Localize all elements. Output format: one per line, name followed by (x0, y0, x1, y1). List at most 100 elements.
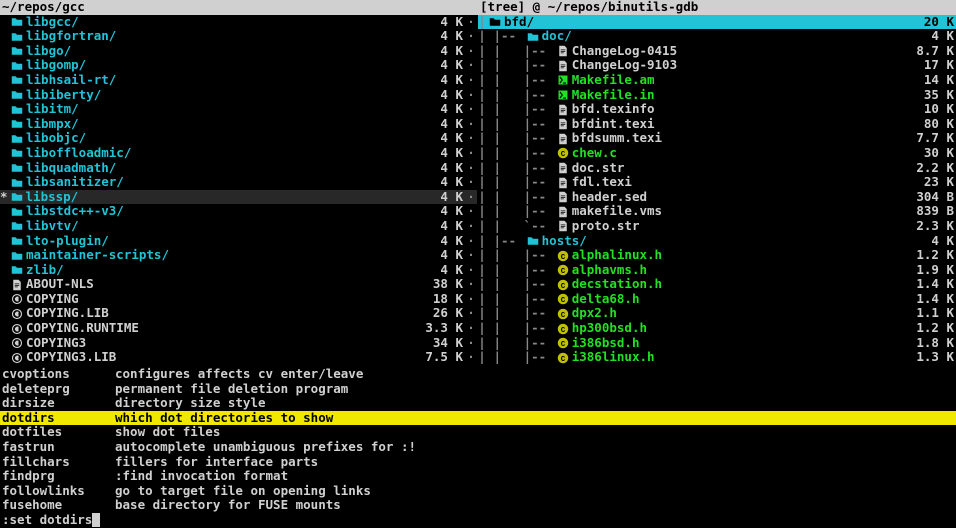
list-item[interactable]: libgcc/4 K· (0, 15, 477, 30)
completion-item[interactable]: cvoptionsconfigures affects cv enter/lea… (0, 367, 956, 382)
list-item[interactable]: libitm/4 K· (0, 102, 477, 117)
list-item[interactable]: | | |-- Makefile.am14 K (478, 73, 956, 88)
list-item[interactable]: | | |-- bfdint.texi80 K (478, 117, 956, 132)
folder-icon (8, 190, 26, 205)
item-name: bfd.texinfo (572, 102, 924, 117)
folder-icon (8, 44, 26, 59)
completion-item[interactable]: followlinksgo to target file on opening … (0, 484, 956, 499)
tree-branch: | |-- (486, 306, 554, 321)
dot: · (465, 204, 477, 219)
list-item[interactable]: | | |-- decstation.h1.4 K (478, 277, 956, 292)
list-item[interactable]: libsanitizer/4 K· (0, 175, 477, 190)
list-item[interactable]: | | |-- hp300bsd.h1.2 K (478, 321, 956, 336)
list-item[interactable]: COPYING.LIB26 K· (0, 306, 477, 321)
list-item[interactable]: lto-plugin/4 K· (0, 234, 477, 249)
pane-divider: | (478, 204, 486, 219)
doc-icon (554, 58, 572, 73)
folder-icon (8, 131, 26, 146)
completion-item[interactable]: deleteprgpermanent file deletion program (0, 382, 956, 397)
list-item[interactable]: libgo/4 K· (0, 44, 477, 59)
list-item[interactable]: COPYING.RUNTIME3.3 K· (0, 321, 477, 336)
list-item[interactable]: maintainer-scripts/4 K· (0, 248, 477, 263)
list-item[interactable]: libquadmath/4 K· (0, 161, 477, 176)
tree-branch: |-- (486, 29, 524, 44)
list-item[interactable]: *libssp/4 K· (0, 190, 477, 205)
list-item[interactable]: | | |-- ChangeLog-910317 K (478, 58, 956, 73)
item-name: COPYING.LIB (26, 306, 433, 321)
folder-icon (8, 234, 26, 249)
list-item[interactable]: libstdc++-v3/4 K· (0, 204, 477, 219)
completion-item[interactable]: dotdirswhich dot directories to show (0, 411, 956, 426)
list-item[interactable]: | | |-- chew.c30 K (478, 146, 956, 161)
item-size: 1.9 K (916, 263, 956, 278)
list-item[interactable]: | | |-- fdl.texi23 K (478, 175, 956, 190)
completion-item[interactable]: fusehomebase directory for FUSE mounts (0, 498, 956, 513)
pane-divider: | (478, 29, 486, 44)
dot: · (465, 29, 477, 44)
item-size: 4 K (440, 219, 465, 234)
list-item[interactable]: | | |-- i386bsd.h1.8 K (478, 336, 956, 351)
option-desc: permanent file deletion program (115, 382, 956, 397)
list-item[interactable]: | | |-- makefile.vms839 B (478, 204, 956, 219)
item-name: COPYING3 (26, 336, 433, 351)
list-item[interactable]: COPYING3.LIB7.5 K· (0, 350, 477, 365)
doc-icon (554, 161, 572, 176)
item-size: 3.3 K (425, 321, 465, 336)
list-item[interactable]: | | `-- proto.str2.3 K (478, 219, 956, 234)
list-item[interactable]: libgomp/4 K· (0, 58, 477, 73)
list-item[interactable]: | | |-- bfdsumm.texi7.7 K (478, 131, 956, 146)
list-item[interactable]: libvtv/4 K· (0, 219, 477, 234)
list-item[interactable]: libgfortran/4 K· (0, 29, 477, 44)
list-item[interactable]: | | |-- i386linux.h1.3 K (478, 350, 956, 365)
list-item[interactable]: | | |-- dpx2.h1.1 K (478, 306, 956, 321)
list-item[interactable]: | | |-- delta68.h1.4 K (478, 292, 956, 307)
item-size: 1.1 K (916, 306, 956, 321)
list-item[interactable]: | | |-- header.sed304 B (478, 190, 956, 205)
list-item[interactable]: libobjc/4 K· (0, 131, 477, 146)
pane-divider: | (478, 175, 486, 190)
list-item[interactable]: COPYING18 K· (0, 292, 477, 307)
list-item[interactable]: | |-- doc/4 K (478, 29, 956, 44)
list-item[interactable]: libiberty/4 K· (0, 88, 477, 103)
list-item[interactable]: | | |-- doc.str2.2 K (478, 161, 956, 176)
item-size: 14 K (924, 73, 956, 88)
right-pane[interactable]: |bfd/20 K| |-- doc/4 K| | |-- ChangeLog-… (478, 15, 956, 365)
item-size: 4 K (440, 15, 465, 30)
completion-item[interactable]: fastrunautocomplete unambiguous prefixes… (0, 440, 956, 455)
list-item[interactable]: | | |-- bfd.texinfo10 K (478, 102, 956, 117)
list-item[interactable]: | | |-- alphalinux.h1.2 K (478, 248, 956, 263)
copy-icon (8, 336, 26, 351)
item-size: 4 K (440, 88, 465, 103)
list-item[interactable]: | |-- hosts/4 K (478, 234, 956, 249)
completion-item[interactable]: dotfilesshow dot files (0, 425, 956, 440)
list-item[interactable]: liboffloadmic/4 K· (0, 146, 477, 161)
list-item[interactable]: |bfd/20 K (478, 15, 956, 30)
doc-icon (554, 44, 572, 59)
list-item[interactable]: COPYING334 K· (0, 336, 477, 351)
list-item[interactable]: libhsail-rt/4 K· (0, 73, 477, 88)
item-name: COPYING (26, 292, 433, 307)
completion-item[interactable]: fillcharsfillers for interface parts (0, 455, 956, 470)
tree-branch: | |-- (486, 102, 554, 117)
list-item[interactable]: zlib/4 K· (0, 263, 477, 278)
item-size: 839 B (916, 204, 956, 219)
completion-item[interactable]: dirsizedirectory size style (0, 396, 956, 411)
dot: · (465, 336, 477, 351)
item-size: 4 K (440, 161, 465, 176)
list-item[interactable]: libmpx/4 K· (0, 117, 477, 132)
command-line[interactable]: :set dotdirs (0, 513, 956, 528)
left-pane[interactable]: libgcc/4 K·libgfortran/4 K·libgo/4 K·lib… (0, 15, 478, 365)
pane-divider: | (478, 263, 486, 278)
option-desc: directory size style (115, 396, 956, 411)
option-name: cvoptions (0, 367, 115, 382)
completion-item[interactable]: findprg:find invocation format (0, 469, 956, 484)
list-item[interactable]: | | |-- Makefile.in35 K (478, 88, 956, 103)
list-item[interactable]: | | |-- ChangeLog-04158.7 K (478, 44, 956, 59)
list-item[interactable]: ABOUT-NLS38 K· (0, 277, 477, 292)
tree-branch: | |-- (486, 336, 554, 351)
completion-menu: cvoptionsconfigures affects cv enter/lea… (0, 365, 956, 513)
item-size: 2.2 K (916, 161, 956, 176)
item-name: delta68.h (572, 292, 917, 307)
list-item[interactable]: | | |-- alphavms.h1.9 K (478, 263, 956, 278)
copy-icon (8, 350, 26, 365)
